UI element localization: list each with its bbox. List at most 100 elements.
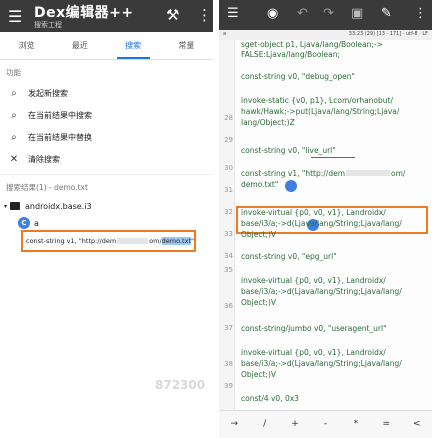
menu-label: 清除搜索 (28, 154, 60, 164)
menu-search-in-results[interactable]: ⌕ 在当前结果中搜索 (0, 104, 213, 126)
code-line: const-string v0, "live_url" (241, 146, 336, 155)
menu-label: 发起新搜索 (28, 88, 68, 98)
line-number: 38 (224, 360, 233, 368)
tree-class-label: a (34, 218, 39, 228)
result-suffix: om/ (149, 237, 162, 245)
code-area[interactable]: 28 29 30 31 32 33 34 35 36 37 38 39 sget… (219, 40, 432, 410)
line-number: 31 (224, 186, 233, 194)
app-bar: ☰ Dex编辑器++ 搜索工程 ⚒ ⋮ (0, 0, 213, 32)
watermark: 872300 (155, 378, 206, 392)
menu-label: 在当前结果中替换 (28, 132, 92, 142)
redacted-block (346, 170, 391, 176)
menu-label: 在当前结果中搜索 (28, 110, 92, 120)
line-number: 39 (224, 382, 233, 390)
code-line: hawk/Hawk;->put(Ljava/lang/String;Ljava/ (241, 107, 400, 116)
code-match-suffix: om/ (391, 169, 406, 178)
code-line: Object;)V (241, 298, 277, 307)
save-icon[interactable]: ▣ (351, 6, 363, 21)
class-badge-icon: C (18, 217, 30, 229)
symbol-key-slash[interactable]: / (249, 411, 279, 438)
line-number: 35 (224, 266, 233, 274)
tab-search[interactable]: 搜索 (107, 32, 160, 59)
tree-folder-node[interactable]: ▾ androidx.base.i3 (0, 199, 213, 213)
folder-icon (10, 202, 21, 210)
menu-icon[interactable]: ☰ (227, 6, 239, 21)
build-hammer-icon[interactable]: ⚒ (166, 6, 179, 24)
search-icon: ⌕ (11, 109, 17, 121)
code-line-match: const-string v1, "http://dem om/ (241, 169, 405, 178)
code-line: const-string v0, "debug_open" (241, 72, 355, 81)
tab-bar: 浏览 最近 搜索 常量 (0, 32, 213, 60)
symbol-key-minus[interactable]: - (310, 411, 340, 438)
line-number: 32 (224, 208, 233, 216)
redo-icon[interactable]: ↷ (323, 6, 334, 21)
app-subtitle: 搜索工程 (34, 21, 62, 29)
code-line: const/4 v0, 0x3 (241, 394, 299, 403)
code-line: invoke-virtual {p0, v0, v1}, Landroidx/ (241, 208, 386, 217)
line-number: 36 (224, 302, 233, 310)
code-line: invoke-virtual {p0, v0, v1}, Landroidx/ (241, 276, 386, 285)
code-line: sget-object p1, Ljava/lang/Boolean;-> (241, 40, 383, 49)
status-position: 33:23 (29) [13 · 171] · utf-8 · LF (348, 31, 428, 37)
search-panel: ☰ Dex编辑器++ 搜索工程 ⚒ ⋮ 浏览 最近 搜索 常量 功能 ⌕ 发起新… (0, 0, 213, 438)
edit-pencil-icon[interactable]: ✎ (381, 6, 392, 21)
text-cursor-handle[interactable] (285, 180, 297, 192)
code-line: base/i3/a;->d(Ljava/lang/String;Ljava/la… (241, 359, 402, 368)
result-prefix: const-string v1, "http://dem (26, 237, 117, 245)
line-number: 30 (224, 164, 233, 172)
code-line: Object;)V (241, 370, 277, 379)
symbol-key-less-than[interactable]: < (402, 411, 432, 438)
results-header: 搜索结果(1) - demo.txt (0, 174, 213, 199)
result-end: " (191, 237, 194, 245)
symbol-input-bar: → / + - * = < (219, 410, 432, 438)
live-url-underline (311, 157, 355, 158)
menu-replace-in-results[interactable]: ⌕ 在当前结果中替换 (0, 126, 213, 148)
code-line: lang/Object;)Z (241, 118, 295, 127)
editor-toolbar: ☰ ◉ ↶ ↷ ▣ ✎ ⋮ (219, 0, 432, 30)
search-icon: ⌕ (11, 131, 17, 143)
expand-arrow-icon[interactable]: ▾ (4, 203, 7, 210)
close-icon: ✕ (9, 153, 19, 165)
menu-clear-search[interactable]: ✕ 清除搜索 (0, 148, 213, 170)
more-options-icon[interactable]: ⋮ (197, 6, 212, 24)
code-line: Object;)V (241, 230, 277, 239)
line-number: 33 (224, 230, 233, 238)
menu-icon[interactable]: ☰ (8, 7, 22, 26)
line-number: 29 (224, 136, 233, 144)
tab-constants[interactable]: 常量 (160, 32, 213, 59)
undo-icon[interactable]: ↶ (297, 6, 308, 21)
symbol-key-plus[interactable]: + (280, 411, 310, 438)
status-line: a 33:23 (29) [13 · 171] · utf-8 · LF (219, 30, 432, 40)
symbol-key-asterisk[interactable]: * (341, 411, 371, 438)
app-title: Dex编辑器++ (34, 5, 134, 21)
tab-recent[interactable]: 最近 (53, 32, 106, 59)
code-match-prefix: const-string v1, "http://dem (241, 169, 346, 178)
symbol-key-tab[interactable]: → (219, 411, 249, 438)
menu-new-search[interactable]: ⌕ 发起新搜索 (0, 82, 213, 104)
result-match-highlight: demo.txt (161, 237, 191, 245)
tree-class-node[interactable]: C a (0, 216, 213, 230)
code-line: demo.txt" (241, 180, 279, 189)
code-line: const-string v0, "epg_url" (241, 252, 337, 261)
section-label-functions: 功能 (6, 68, 21, 77)
line-number-gutter: 28 29 30 31 32 33 34 35 36 37 38 39 (219, 40, 235, 410)
search-result-line[interactable]: const-string v1, "http://dem om/ demo.tx… (21, 230, 196, 252)
tab-browse[interactable]: 浏览 (0, 32, 53, 59)
tree-folder-label: androidx.base.i3 (25, 201, 92, 211)
line-number: 37 (224, 324, 233, 332)
code-line: base/i3/a;->d(Ljava/lang/String;Ljava/la… (241, 219, 402, 228)
more-options-icon[interactable]: ⋮ (414, 6, 427, 21)
code-line: FALSE:Ljava/lang/Boolean; (241, 50, 340, 59)
search-icon: ⌕ (11, 87, 17, 99)
code-line: invoke-virtual {p0, v0, v1}, Landroidx/ (241, 348, 386, 357)
code-line: base/i3/a;->d(Ljava/lang/String;Ljava/la… (241, 287, 402, 296)
symbol-key-equals[interactable]: = (371, 411, 401, 438)
status-file: a (223, 31, 227, 37)
code-line: const-string/jumbo v0, "useragent_url" (241, 324, 387, 333)
code-line: invoke-static {v0, p1}, Lcom/orhanobut/ (241, 96, 393, 105)
line-number: 28 (224, 114, 233, 122)
code-editor-panel: ☰ ◉ ↶ ↷ ▣ ✎ ⋮ a 33:23 (29) [13 · 171] · … (219, 0, 432, 438)
redacted-block (117, 238, 149, 244)
line-number: 34 (224, 252, 233, 260)
compass-icon[interactable]: ◉ (267, 6, 278, 21)
